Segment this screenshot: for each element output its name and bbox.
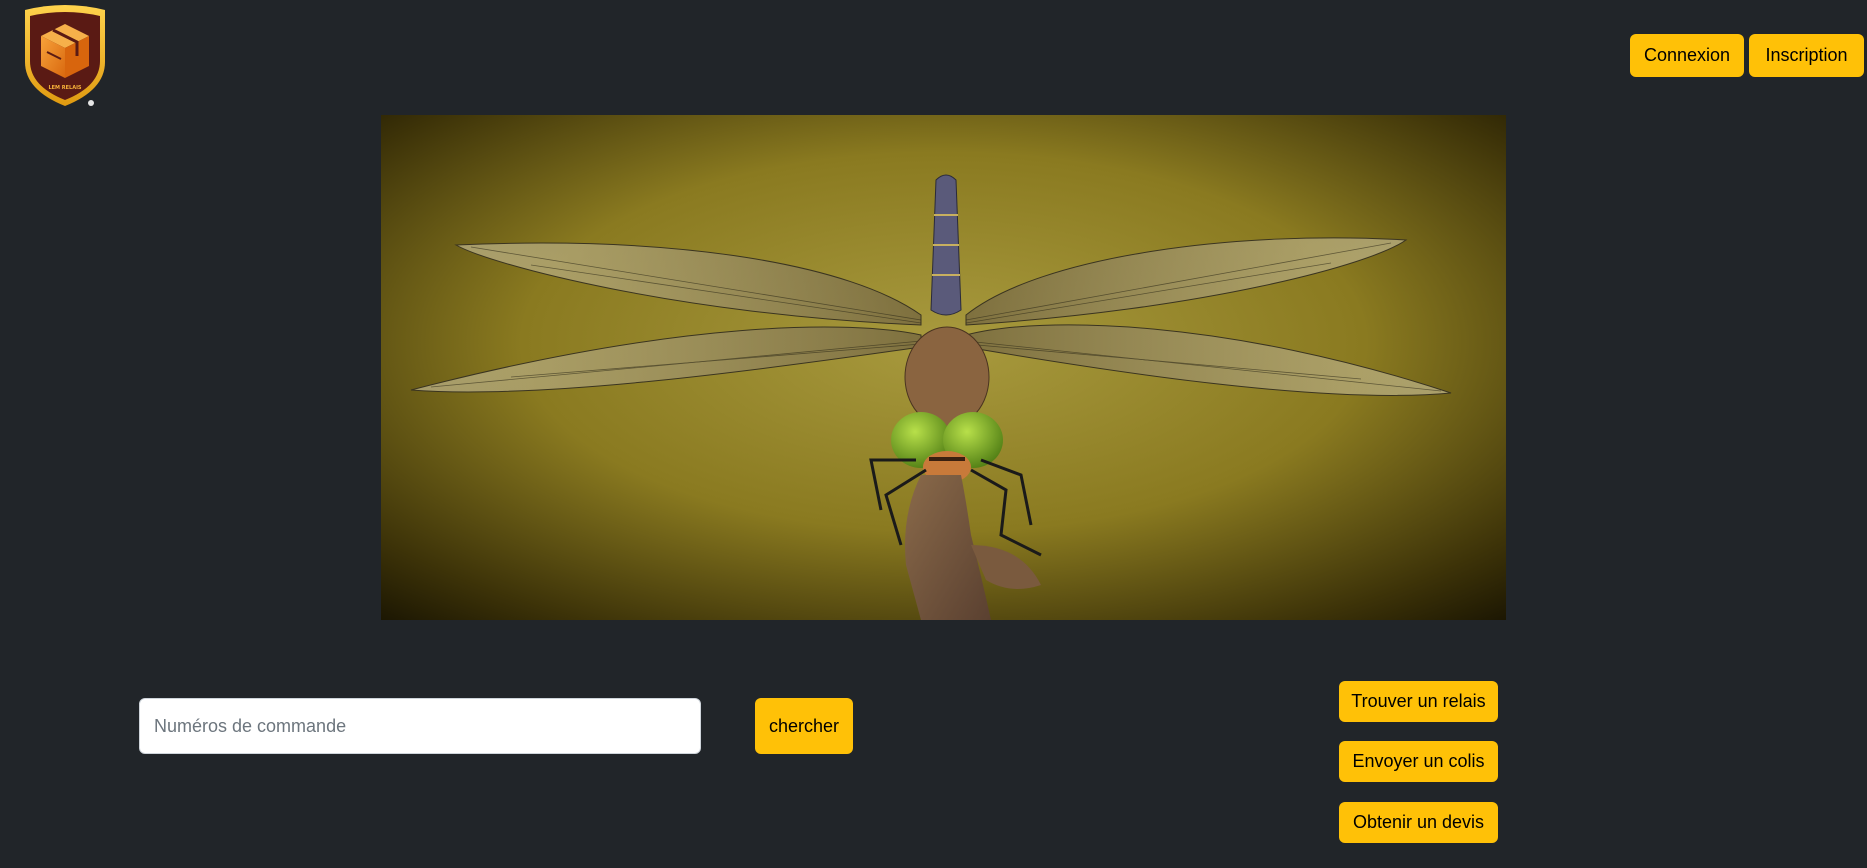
order-number-input[interactable] — [139, 698, 701, 754]
signup-button[interactable]: Inscription — [1749, 34, 1864, 77]
search-button[interactable]: chercher — [755, 698, 853, 754]
login-button[interactable]: Connexion — [1630, 34, 1744, 77]
shield-logo-icon: LEM RELAIS — [25, 5, 105, 106]
svg-text:LEM RELAIS: LEM RELAIS — [48, 85, 81, 91]
get-quote-button[interactable]: Obtenir un devis — [1339, 802, 1498, 843]
brand-logo[interactable]: LEM RELAIS — [17, 2, 113, 110]
find-relay-button[interactable]: Trouver un relais — [1339, 681, 1498, 722]
dragonfly-image — [381, 115, 1506, 620]
send-parcel-button[interactable]: Envoyer un colis — [1339, 741, 1498, 782]
page: LEM RELAIS Connexion Inscription Numéros… — [0, 0, 1867, 868]
hero-image — [381, 115, 1506, 620]
